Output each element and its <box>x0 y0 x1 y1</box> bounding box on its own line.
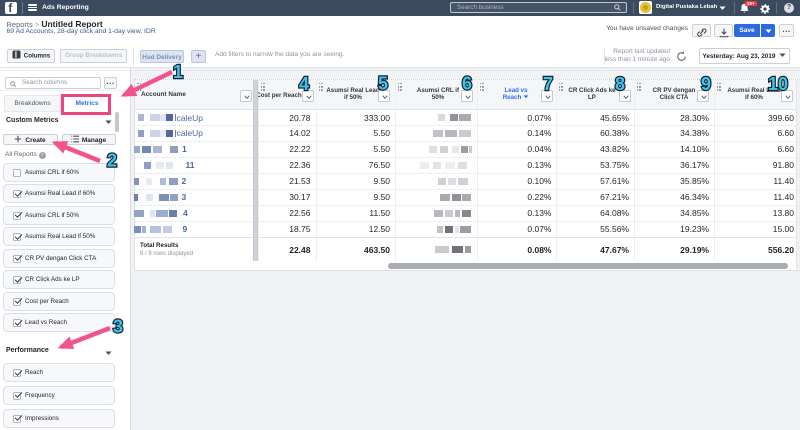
svg-text:1: 1 <box>173 62 183 82</box>
svg-text:6: 6 <box>462 74 472 94</box>
svg-text:8: 8 <box>615 74 625 94</box>
svg-text:2: 2 <box>107 151 117 171</box>
svg-text:4: 4 <box>299 74 309 94</box>
svg-text:5: 5 <box>378 74 388 94</box>
svg-text:10: 10 <box>768 74 788 94</box>
svg-text:7: 7 <box>543 74 553 94</box>
svg-text:3: 3 <box>113 317 123 337</box>
svg-text:9: 9 <box>701 74 711 94</box>
